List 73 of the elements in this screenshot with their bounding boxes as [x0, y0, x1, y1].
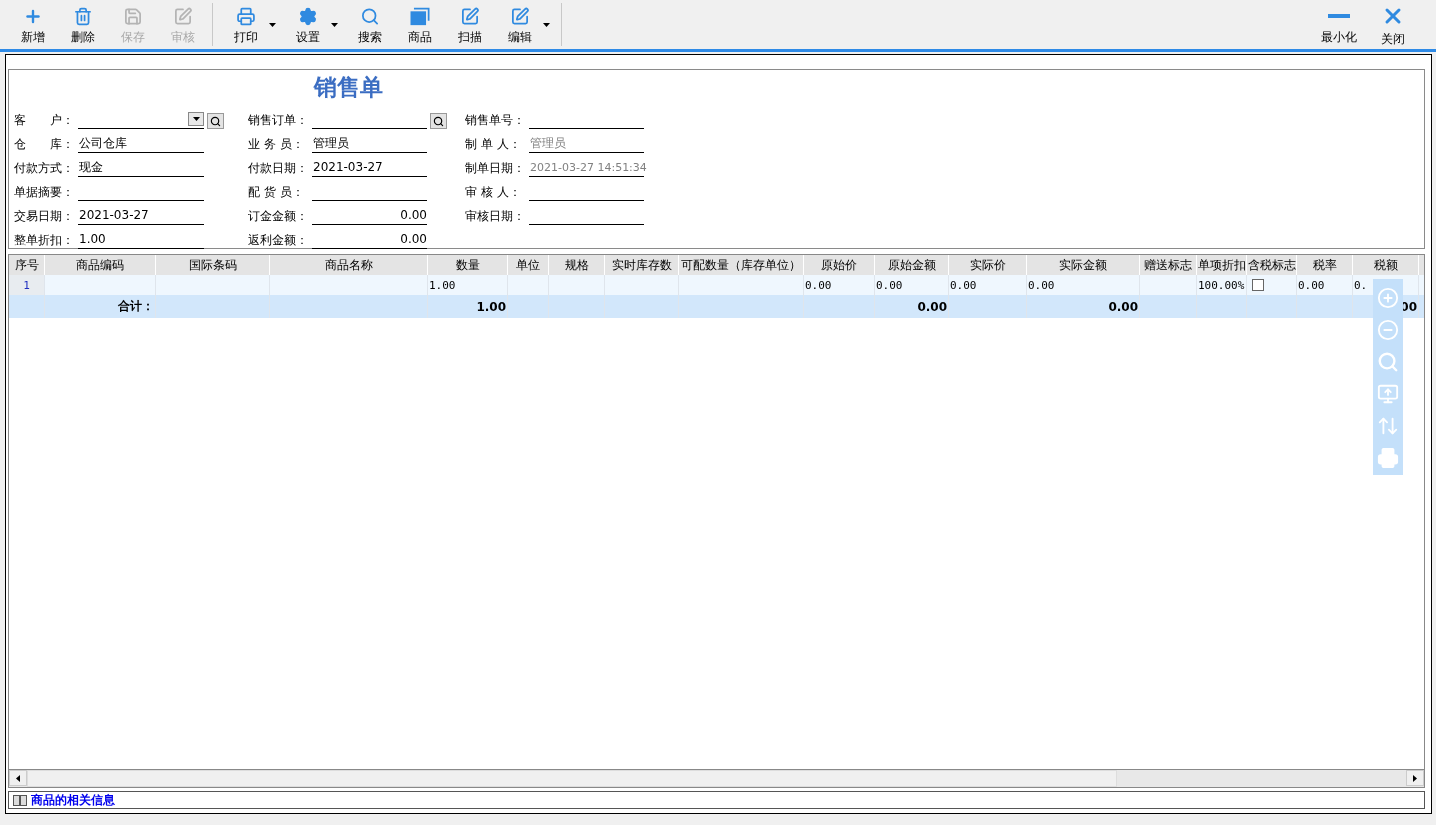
input-field[interactable] [78, 111, 204, 129]
field-label: 销售订单： [248, 112, 309, 129]
input-field[interactable]: 2021-03-27 [78, 207, 204, 225]
horizontal-scrollbar[interactable] [8, 770, 1425, 788]
table-cell: 0.00 [950, 278, 977, 292]
minimize-icon [1328, 14, 1350, 18]
input-field[interactable]: 1.00 [78, 231, 204, 249]
field-label: 销售单号： [465, 112, 526, 129]
column-header[interactable]: 单项折扣 [1197, 255, 1247, 275]
field-label: 业 务 员： [248, 136, 305, 153]
field-label: 单据摘要： [14, 184, 75, 201]
column-header[interactable]: 含税标志 [1247, 255, 1297, 275]
field-label: 付款方式： [14, 160, 75, 177]
column-header[interactable]: 可配数量（库存单位） [679, 255, 804, 275]
field-label: 仓 库： [14, 136, 75, 153]
left-arrow-icon[interactable] [16, 774, 20, 782]
table-cell: 1.00 [429, 278, 456, 292]
search-icon [433, 115, 444, 127]
window-button[interactable]: 最小化 [1314, 0, 1364, 49]
input-field[interactable]: 现金 [78, 159, 204, 177]
table-cell: 100.00% [1198, 278, 1245, 292]
table-cell: 0.00 [917, 299, 947, 314]
table-cell: 1.00 [476, 299, 506, 314]
input-field[interactable]: 0.00 [312, 231, 427, 249]
field-label: 整单折扣： [14, 232, 75, 249]
field-label: 交易日期： [14, 208, 75, 225]
caret-icon [542, 22, 550, 27]
input-field[interactable]: 管理员 [312, 135, 427, 153]
field-label: 配 货 员： [248, 184, 305, 201]
lookup-button[interactable] [207, 113, 224, 129]
table-cell: 0.00 [1298, 278, 1325, 292]
toolbar-button[interactable]: 扫描 [445, 3, 495, 46]
input-field[interactable]: 2021-03-27 14:51:34 [529, 159, 644, 177]
table-cell: 0.00 [805, 278, 832, 292]
toolbar-button[interactable]: 打印 [221, 3, 271, 46]
right-arrow-icon[interactable] [1413, 774, 1417, 782]
input-field[interactable]: 0.00 [312, 207, 427, 225]
table-cell: 0.00 [1108, 299, 1138, 314]
table-cell: 0. [1354, 278, 1368, 292]
table-cell: 1 [23, 278, 30, 292]
field-label: 订金金额： [248, 208, 309, 225]
dropdown-button[interactable] [188, 112, 204, 126]
toolbar-button[interactable]: 商品 [395, 3, 445, 46]
caret-icon [330, 22, 338, 27]
field-label: 审 核 人： [465, 184, 522, 201]
field-label: 付款日期： [248, 160, 309, 177]
toolbar-button[interactable]: 搜索 [345, 3, 395, 46]
field-label: 返利金额： [248, 232, 309, 249]
form-title: 销售单 [314, 72, 384, 102]
checkbox[interactable] [1252, 279, 1264, 291]
window-button[interactable]: 关闭 [1368, 0, 1418, 49]
caret-icon [192, 117, 200, 121]
table-cell: 0.00 [876, 278, 903, 292]
search-icon [210, 115, 221, 127]
field-label: 制 单 人： [465, 136, 522, 153]
field-label: 审核日期： [465, 208, 526, 225]
input-field[interactable]: 管理员 [529, 135, 644, 153]
toolbar-button[interactable]: 编辑 [495, 3, 545, 46]
book-icon [13, 794, 27, 806]
toolbar-button[interactable]: 删除 [58, 3, 108, 46]
input-field[interactable]: 2021-03-27 [312, 159, 427, 177]
printer-icon [234, 7, 258, 26]
field-label: 制单日期： [465, 160, 526, 177]
caret-icon [268, 22, 276, 27]
table-cell: 0.00 [1028, 278, 1055, 292]
toolbar-button[interactable]: 新增 [8, 3, 58, 46]
table-cell: 合计： [118, 298, 154, 315]
field-label: 客 户： [14, 112, 75, 129]
lookup-button[interactable] [430, 113, 447, 129]
toolbar-button[interactable]: 设置 [283, 3, 333, 46]
stacked-squares-icon [408, 7, 432, 26]
input-field[interactable]: 公司仓库 [78, 135, 204, 153]
info-link[interactable]: 商品的相关信息 [31, 791, 115, 809]
